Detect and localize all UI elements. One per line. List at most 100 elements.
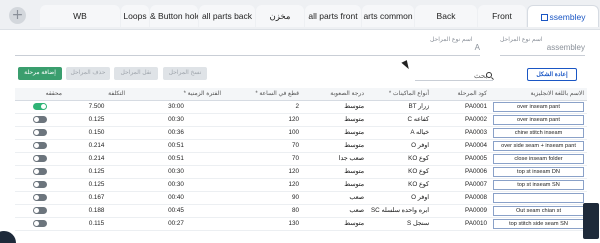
col-header-active[interactable]: محققه — [15, 88, 65, 101]
table-row[interactable]: 0.125 00:30 120 متوسط KO كوع PA0007 top st ins… — [15, 178, 587, 192]
name-input[interactable]: close inseam folder — [493, 153, 584, 164]
cell-active — [15, 139, 65, 153]
col-header-period[interactable]: * الفترة الزمنية — [128, 88, 224, 101]
active-toggle[interactable] — [33, 102, 47, 110]
active-toggle[interactable] — [33, 180, 47, 188]
cell-cost: 0.214 — [65, 139, 128, 153]
active-toggle[interactable] — [33, 154, 47, 162]
tab-all-parts-back[interactable]: all parts back — [199, 5, 255, 27]
tab-strip: + WB Loops & Button hole all parts back … — [0, 0, 600, 30]
table-row[interactable]: 0.125 00:30 120 متوسط KO كوع PA0006 top st ins… — [15, 165, 587, 179]
name-input[interactable]: Out seam chian st — [493, 205, 584, 216]
name-input[interactable]: over inseam pant — [493, 101, 584, 112]
active-toggle[interactable] — [33, 193, 47, 201]
cell-name: chine stitch inseam — [490, 126, 587, 140]
col-header-machine[interactable]: * أنواع الماكينات — [367, 88, 432, 101]
reshape-button[interactable]: إعادة الشكل — [527, 68, 577, 81]
table-row[interactable]: 0.188 00:45 80 صعب SC ابره واحده سلسله PA0009… — [15, 204, 587, 218]
cell-period: 00:30 — [128, 113, 224, 127]
cell-difficulty: متوسط — [302, 126, 367, 140]
active-toggle[interactable] — [33, 167, 47, 175]
stage-type-name-ar-field[interactable]: اسم نوع المراحل A — [430, 36, 480, 52]
add-tab-button[interactable]: + — [9, 7, 26, 24]
active-toggle[interactable] — [33, 128, 47, 136]
name-input[interactable]: top st inseam DN — [493, 166, 584, 177]
cell-difficulty: صعب جدا — [302, 152, 367, 166]
table-row[interactable]: 7.500 30:00 2 متوسط BT زرار PA0001 over inseam… — [15, 100, 587, 114]
edit-icon[interactable] — [540, 14, 548, 21]
tab-assembley[interactable]: ssembley — [527, 5, 599, 27]
cell-pieces: 120 — [224, 178, 302, 192]
move-stages-button[interactable]: نقل المراحل — [114, 67, 158, 80]
tab-parts-common[interactable]: arts common — [362, 5, 414, 27]
delete-stages-button[interactable]: حذف المراحل — [66, 67, 110, 80]
col-header-name[interactable]: الاسم باللغة الانجليزية — [490, 88, 587, 101]
chat-widget-button[interactable] — [0, 231, 16, 243]
tab-back[interactable]: Back — [415, 5, 477, 27]
add-stage-button[interactable]: إضافة مرحلة — [18, 67, 62, 80]
stage-type-name-ar-value: A — [474, 43, 480, 52]
stage-type-name-en-field[interactable]: اسم نوع المراحل assembley — [500, 36, 585, 52]
cell-period: 00:27 — [128, 217, 224, 231]
cell-name: top st inseam DN — [490, 165, 587, 179]
name-input[interactable]: top stitch side seam SN — [493, 218, 584, 229]
stages-table: محققه التكلفة * الفترة الزمنية * قطع في … — [15, 88, 587, 231]
name-input[interactable]: over inseam pant — [493, 114, 584, 125]
col-header-cost[interactable]: التكلفة — [65, 88, 128, 101]
cell-active — [15, 178, 65, 192]
tab-wb[interactable]: WB — [40, 5, 120, 27]
name-input[interactable] — [493, 192, 584, 203]
active-toggle[interactable] — [33, 115, 47, 123]
col-header-difficulty[interactable]: درجة الصعوبة — [302, 88, 367, 101]
cell-active — [15, 165, 65, 179]
name-input[interactable]: top st inseam SN — [493, 179, 584, 190]
col-header-code[interactable]: كود المرحلة — [432, 88, 490, 101]
table-row[interactable]: 0.125 00:30 120 متوسط C كفاعه PA0002 over inse… — [15, 113, 587, 127]
tab-store[interactable]: مخزن — [256, 5, 304, 27]
tab-button-hole[interactable]: & Button hole — [150, 5, 198, 27]
search-icon — [486, 72, 492, 78]
cell-period: 30:00 — [128, 100, 224, 114]
cell-code: PA0002 — [432, 113, 490, 127]
cell-period: 00:51 — [128, 152, 224, 166]
tab-front[interactable]: Front — [478, 5, 526, 27]
cell-active — [15, 100, 65, 114]
cell-active — [15, 126, 65, 140]
cell-code: PA0003 — [432, 126, 490, 140]
table-row[interactable]: 0.214 00:51 70 صعب جدا KO كوع PA0005 close ins… — [15, 152, 587, 166]
cell-period: 00:51 — [128, 139, 224, 153]
cell-name: top st inseam SN — [490, 178, 587, 192]
search-input[interactable] — [415, 80, 493, 81]
active-toggle[interactable] — [33, 141, 47, 149]
table-header-row: محققه التكلفة * الفترة الزمنية * قطع في … — [15, 88, 587, 101]
table-row[interactable]: 0.214 00:51 70 متوسط O اوفر PA0004 over side s… — [15, 139, 587, 153]
col-header-pieces[interactable]: * قطع في الساعة — [224, 88, 302, 101]
cell-active — [15, 217, 65, 231]
name-input[interactable]: over side seam + inseam pant — [493, 140, 584, 151]
scroll-top-button[interactable] — [583, 203, 599, 239]
cell-code: PA0007 — [432, 178, 490, 192]
stage-type-name-en-label: اسم نوع المراحل — [500, 37, 543, 43]
copy-stages-button[interactable]: نسخ المراحل — [163, 67, 207, 80]
cell-name: close inseam folder — [490, 152, 587, 166]
cell-difficulty: متوسط — [302, 217, 367, 231]
cell-cost: 0.188 — [65, 204, 128, 218]
tab-all-parts-front[interactable]: all parts front — [305, 5, 361, 27]
cell-cost: 7.500 — [65, 100, 128, 114]
active-toggle[interactable] — [33, 219, 47, 227]
cell-difficulty: صعب — [302, 204, 367, 218]
cell-code: PA0001 — [432, 100, 490, 114]
cell-machine: BT زرار — [367, 100, 432, 114]
table-row[interactable]: 0.167 00:40 90 صعب O اوفر PA0008 — [15, 191, 587, 205]
cell-difficulty: متوسط — [302, 113, 367, 127]
mouse-cursor-icon — [401, 60, 411, 71]
cell-pieces: 70 — [224, 152, 302, 166]
active-toggle[interactable] — [33, 206, 47, 214]
table-row[interactable]: 0.115 00:27 130 متوسط S سنجل PA0010 top stitch… — [15, 217, 587, 231]
stage-type-name-en-value: assembley — [546, 43, 585, 52]
cell-code: PA0006 — [432, 165, 490, 179]
cell-pieces: 130 — [224, 217, 302, 231]
name-input[interactable]: chine stitch inseam — [493, 127, 584, 138]
tab-loops[interactable]: Loops — [121, 5, 149, 27]
table-row[interactable]: 0.150 00:36 100 متوسط A خياله PA0003 chine sti… — [15, 126, 587, 140]
